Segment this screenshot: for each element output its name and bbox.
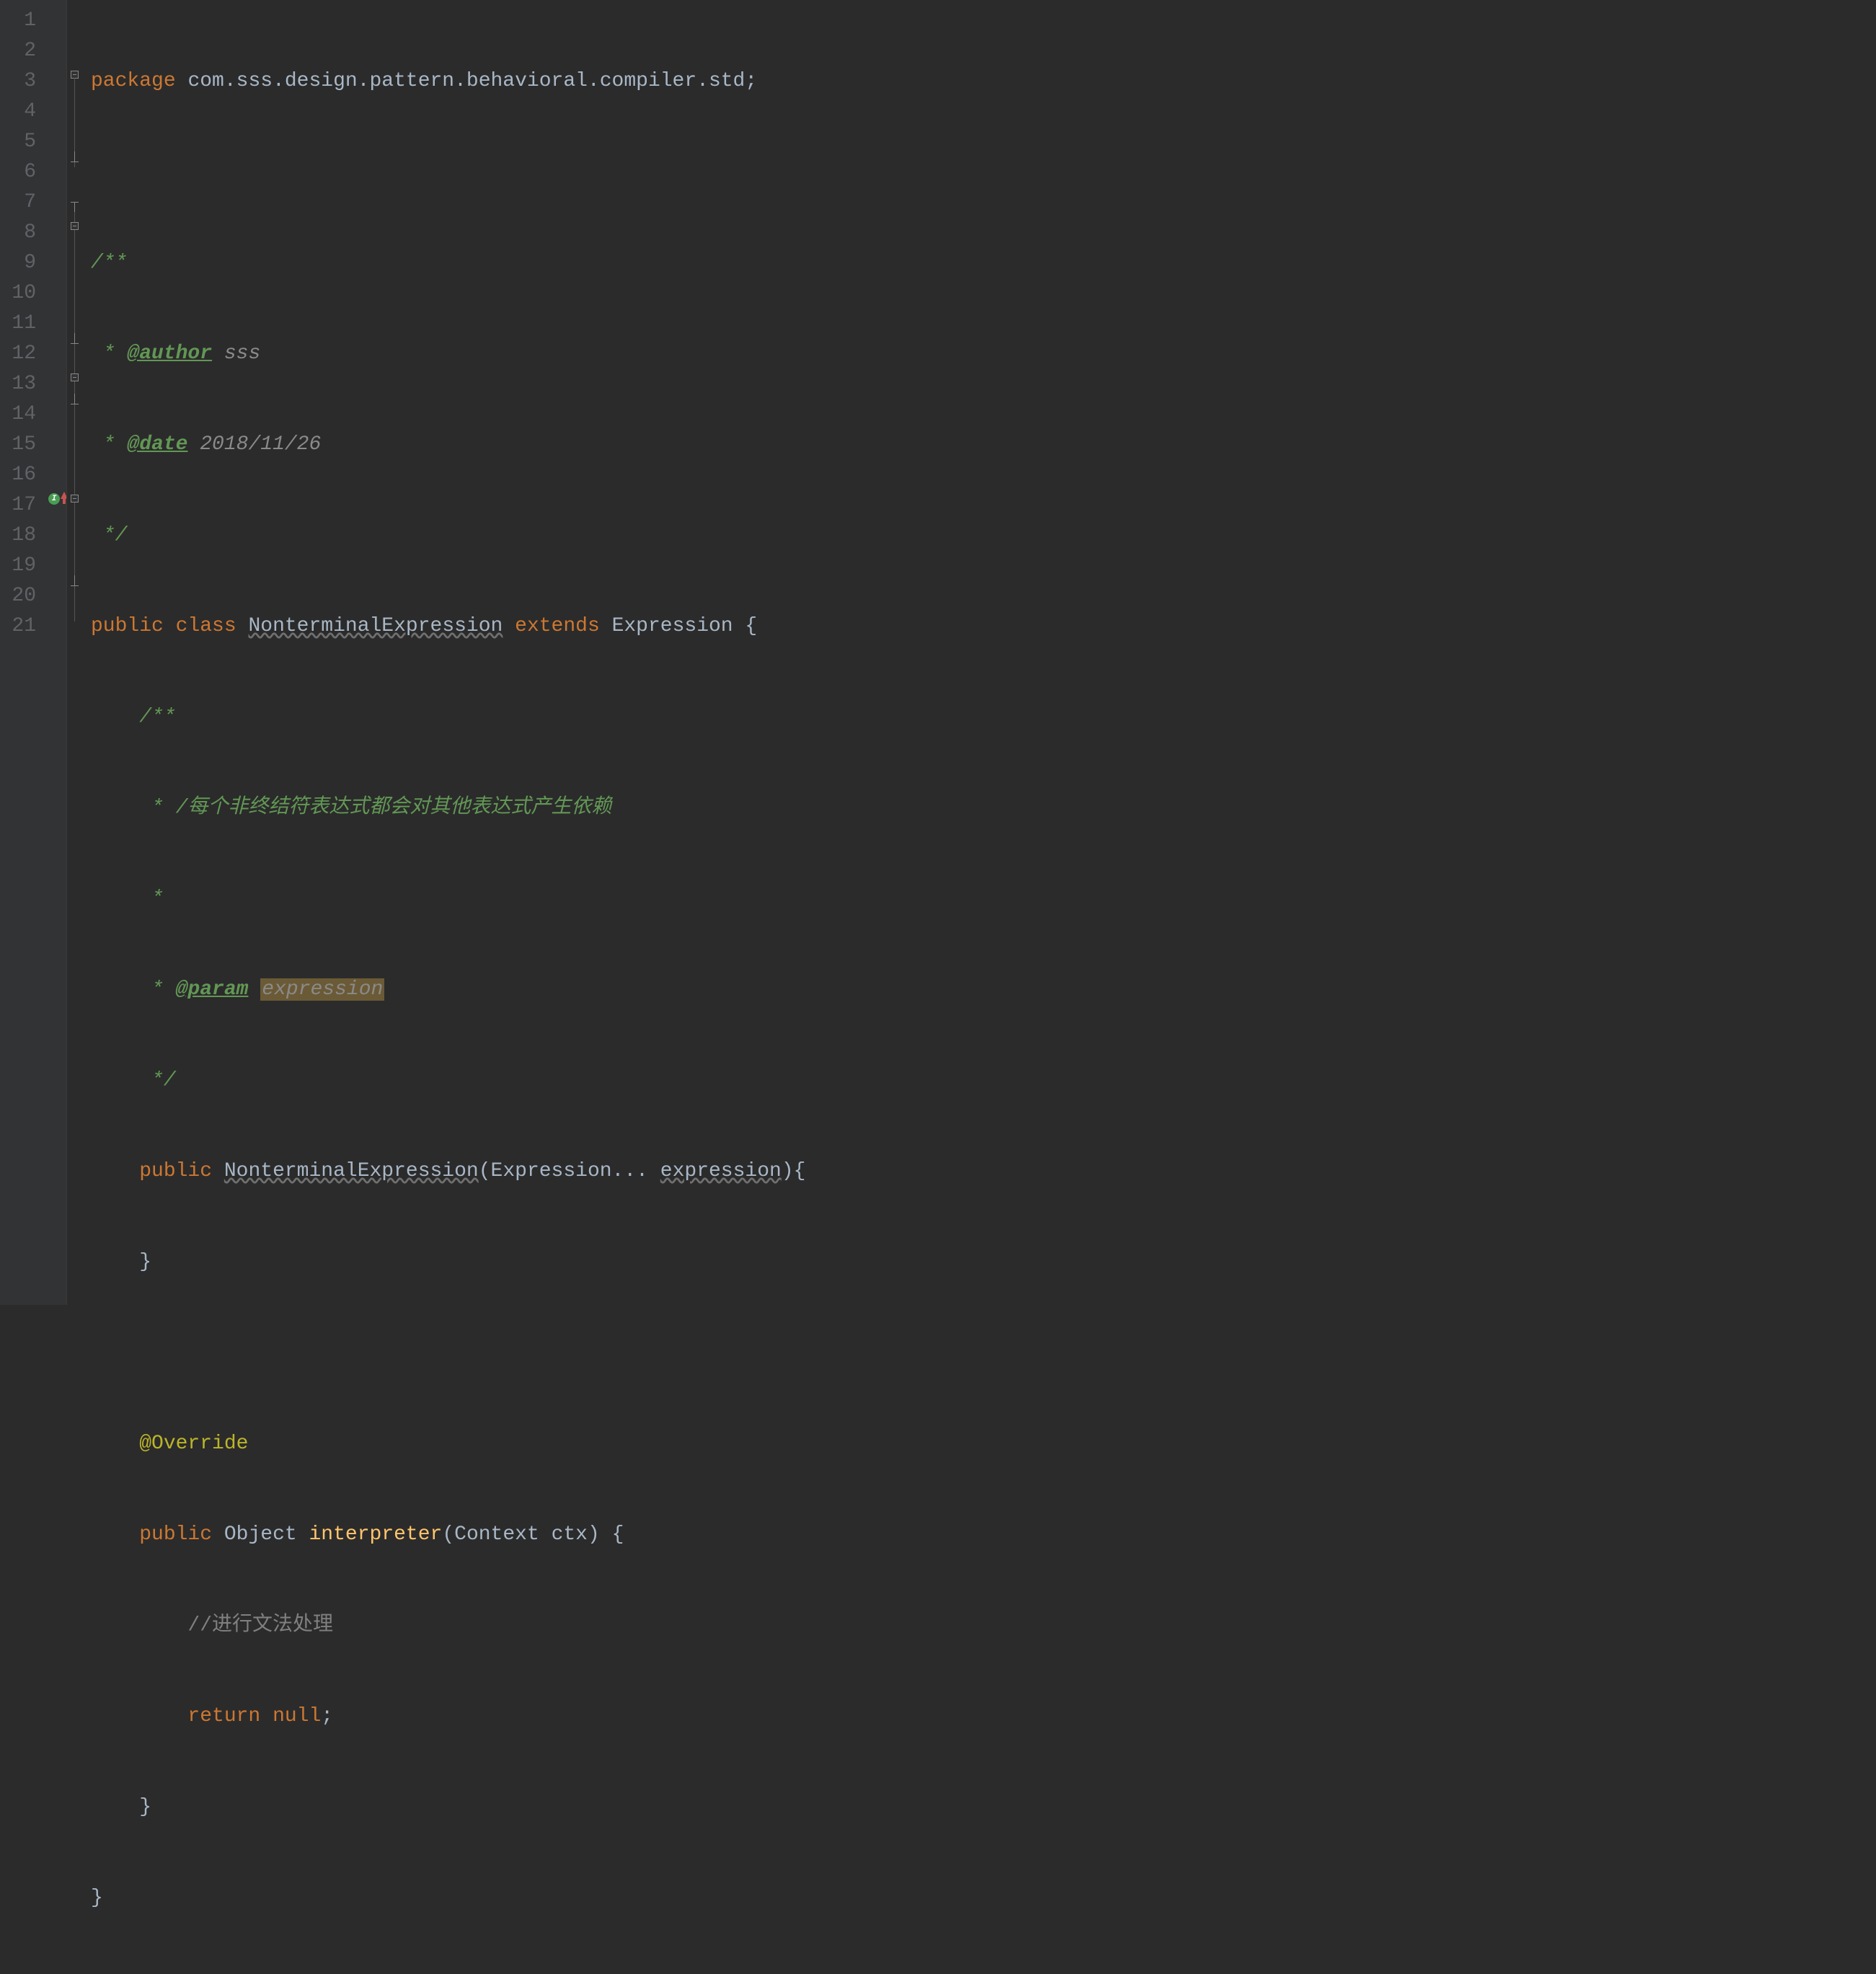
code-editor[interactable]: 1 2 3 4 5 6 7 8 9 10 11 12 13 14 15 16 1… xyxy=(0,0,1876,1305)
fold-end-icon xyxy=(71,161,79,162)
javadoc-tag-param: @param xyxy=(176,978,249,1001)
line-number-gutter: 1 2 3 4 5 6 7 8 9 10 11 12 13 14 15 16 1… xyxy=(0,0,46,1305)
javadoc-open: /** xyxy=(91,252,127,274)
keyword-return: return xyxy=(187,1705,260,1727)
code-line[interactable]: } xyxy=(91,1792,805,1823)
javadoc-star: * xyxy=(91,433,127,456)
code-line[interactable]: //进行文法处理 xyxy=(91,1611,805,1641)
keyword-class: class xyxy=(176,615,236,637)
param-type: Expression... xyxy=(491,1160,648,1182)
line-number: 1 xyxy=(7,6,36,36)
javadoc-tag-author: @author xyxy=(127,342,212,365)
date-value: 2018/11/26 xyxy=(187,433,321,456)
code-line[interactable]: public NonterminalExpression(Expression.… xyxy=(91,1156,805,1187)
line-number: 17 xyxy=(7,490,36,521)
line-number: 9 xyxy=(7,248,36,278)
method-name: interpreter xyxy=(309,1523,443,1546)
implements-icon[interactable] xyxy=(48,493,60,505)
line-number: 5 xyxy=(7,127,36,157)
package-name: com.sss.design.pattern.behavioral.compil… xyxy=(187,70,745,92)
keyword-extends: extends xyxy=(515,615,600,637)
param-name: expression xyxy=(660,1160,782,1182)
fold-toggle-icon[interactable] xyxy=(71,495,79,503)
line-number: 8 xyxy=(7,218,36,248)
line-number: 21 xyxy=(7,611,36,642)
code-line[interactable]: /** xyxy=(91,702,805,732)
brace-open: { xyxy=(733,615,758,637)
line-number: 6 xyxy=(7,157,36,187)
code-line[interactable]: * xyxy=(91,884,805,914)
line-number: 19 xyxy=(7,551,36,581)
javadoc-star: * xyxy=(91,342,127,365)
fold-gutter xyxy=(66,0,84,1305)
code-line[interactable]: } xyxy=(91,1883,805,1913)
code-line[interactable]: public Object interpreter(Context ctx) { xyxy=(91,1520,805,1550)
code-line[interactable]: */ xyxy=(91,521,805,551)
line-number: 3 xyxy=(7,66,36,97)
paren-close-brace: ){ xyxy=(782,1160,806,1182)
code-line[interactable]: public class NonterminalExpression exten… xyxy=(91,611,805,642)
code-line[interactable]: package com.sss.design.pattern.behaviora… xyxy=(91,66,805,97)
constructor-name: NonterminalExpression xyxy=(224,1160,479,1182)
code-line[interactable]: @Override xyxy=(91,1429,805,1459)
param-highlight: expression xyxy=(260,978,384,1001)
keyword-public: public xyxy=(139,1523,212,1546)
code-area[interactable]: package com.sss.design.pattern.behaviora… xyxy=(84,0,805,1305)
line-number: 12 xyxy=(7,339,36,369)
code-line[interactable]: * @author sss xyxy=(91,339,805,369)
semicolon: ; xyxy=(321,1705,333,1727)
semicolon: ; xyxy=(745,70,757,92)
line-number: 7 xyxy=(7,187,36,218)
return-type: Object xyxy=(224,1523,297,1546)
fold-toggle-icon[interactable] xyxy=(71,373,79,381)
superclass-name: Expression xyxy=(612,615,733,637)
line-number: 15 xyxy=(7,430,36,460)
javadoc-text: * /每个非终结符表达式都会对其他表达式产生依赖 xyxy=(139,797,611,819)
code-line[interactable]: * /每个非终结符表达式都会对其他表达式产生依赖 xyxy=(91,793,805,823)
keyword-public: public xyxy=(139,1160,212,1182)
code-line[interactable]: return null; xyxy=(91,1701,805,1732)
code-line[interactable]: /** xyxy=(91,248,805,278)
line-number: 10 xyxy=(7,278,36,309)
line-number: 20 xyxy=(7,581,36,611)
javadoc-close: */ xyxy=(91,524,127,546)
code-line[interactable] xyxy=(91,157,805,187)
brace-close: } xyxy=(91,1887,103,1909)
javadoc-close: */ xyxy=(139,1069,175,1092)
code-line[interactable]: } xyxy=(91,1247,805,1278)
line-number: 11 xyxy=(7,309,36,339)
code-line[interactable]: * @param expression xyxy=(91,975,805,1005)
keyword-package: package xyxy=(91,70,176,92)
line-number: 4 xyxy=(7,97,36,127)
line-number: 16 xyxy=(7,460,36,490)
brace-close: } xyxy=(139,1251,151,1273)
line-number: 14 xyxy=(7,399,36,430)
fold-toggle-icon[interactable] xyxy=(71,222,79,230)
code-line[interactable] xyxy=(91,1338,805,1368)
fold-end-icon xyxy=(71,343,79,344)
gutter-icons xyxy=(46,0,66,1305)
class-name: NonterminalExpression xyxy=(248,615,503,637)
code-line[interactable]: * @date 2018/11/26 xyxy=(91,430,805,460)
line-number: 13 xyxy=(7,369,36,399)
javadoc-star: * xyxy=(139,888,164,910)
line-number: 18 xyxy=(7,521,36,551)
brace-close: } xyxy=(139,1796,151,1818)
line-number: 2 xyxy=(7,36,36,66)
keyword-public: public xyxy=(91,615,164,637)
paren-open: ( xyxy=(479,1160,491,1182)
javadoc-open: /** xyxy=(139,706,175,728)
keyword-null: null xyxy=(273,1705,321,1727)
annotation-override: @Override xyxy=(139,1433,248,1455)
code-line[interactable]: */ xyxy=(91,1066,805,1096)
javadoc-star: * xyxy=(139,978,175,1001)
method-params: (Context ctx) { xyxy=(442,1523,624,1546)
fold-end-icon xyxy=(71,585,79,586)
javadoc-tag-date: @date xyxy=(127,433,187,456)
line-comment: //进行文法处理 xyxy=(187,1614,333,1637)
author-value: sss xyxy=(212,342,260,365)
fold-start-icon[interactable] xyxy=(71,202,79,203)
